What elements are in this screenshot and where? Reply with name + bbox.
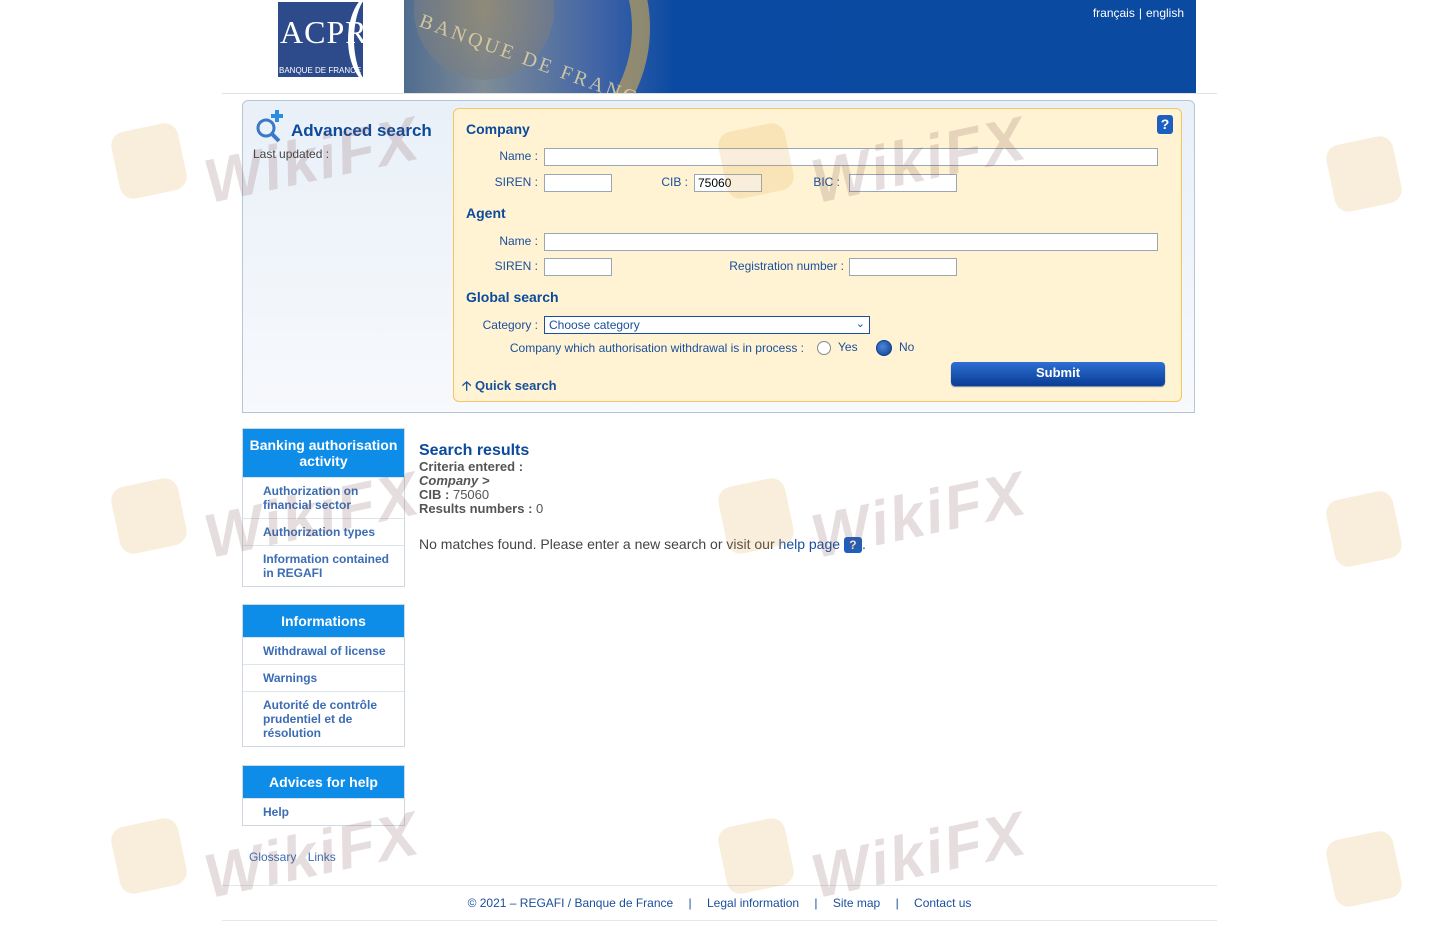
withdrawal-yes-label: Yes — [838, 340, 858, 354]
results-numbers-label: Results numbers : — [419, 501, 533, 516]
submit-button[interactable]: Submit — [951, 362, 1165, 386]
nav-item-authorization-types[interactable]: Authorization types — [243, 518, 404, 545]
agent-siren-label: SIREN : — [494, 259, 538, 273]
logo-subtext: BANQUE DE FRANCE — [279, 66, 362, 75]
legal-information-link[interactable]: Legal information — [707, 896, 799, 910]
header-banner: BANQUE DE FRANCE français | english — [404, 0, 1196, 93]
copyright-text: © 2021 – REGAFI / Banque de France — [467, 896, 674, 910]
bic-input[interactable] — [849, 174, 957, 192]
registration-number-label: Registration number : — [729, 259, 844, 273]
withdrawal-no-radio[interactable] — [876, 340, 892, 356]
wikifx-logo-icon — [108, 815, 190, 896]
cib-label: CIB : — [661, 175, 688, 189]
footer: © 2021 – REGAFI / Banque de France | Leg… — [222, 885, 1217, 921]
company-name-label: Name : — [499, 149, 538, 163]
results-title: Search results — [419, 442, 530, 459]
contact-us-link[interactable]: Contact us — [914, 896, 971, 910]
watermark — [1323, 828, 1405, 910]
nav-item-authorization-financial-sector[interactable]: Authorization on financial sector — [243, 477, 404, 518]
acpr-logo[interactable]: ACPR BANQUE DE FRANCE — [278, 2, 363, 77]
nav-banking-title: Banking authorisation activity — [243, 429, 404, 477]
wikifx-logo-icon — [108, 475, 190, 556]
help-page-link[interactable]: help page — [779, 536, 841, 552]
help-icon[interactable]: ? — [1157, 115, 1173, 134]
company-name-input[interactable] — [544, 148, 1158, 166]
header: ACPR BANQUE DE FRANCE BANQUE DE FRANCE f… — [222, 0, 1217, 94]
withdrawal-no-label: No — [899, 340, 915, 354]
watermark — [1323, 133, 1405, 215]
site-map-link[interactable]: Site map — [833, 896, 880, 910]
quick-search-link[interactable]: 🡡 Quick search — [462, 377, 557, 399]
nav-item-withdrawal-license[interactable]: Withdrawal of license — [243, 637, 404, 664]
help-icon[interactable]: ? — [843, 537, 862, 554]
global-search-title: Global search — [466, 289, 559, 305]
glossary-link[interactable]: Glossary — [249, 850, 296, 864]
agent-name-label: Name : — [499, 234, 538, 248]
search-form: ? Company Name : SIREN : CIB : BIC : Age… — [453, 108, 1182, 402]
nav-item-acpr[interactable]: Autorité de contrôle prudentiel et de ré… — [243, 691, 404, 746]
withdrawal-label: Company which authorisation withdrawal i… — [509, 341, 804, 355]
last-updated-label: Last updated : — [253, 147, 330, 161]
criteria-label: Criteria entered : — [419, 459, 524, 474]
criteria-company: Company > — [419, 473, 490, 488]
lang-english-link[interactable]: english — [1146, 6, 1184, 20]
company-section-title: Company — [466, 121, 530, 137]
cib-input[interactable] — [694, 174, 762, 192]
agent-name-input[interactable] — [544, 233, 1158, 251]
wikifx-logo-icon — [1323, 828, 1405, 910]
watermark — [1323, 488, 1405, 570]
wikifx-logo-icon — [108, 120, 190, 201]
nav-item-help[interactable]: Help — [243, 798, 404, 825]
criteria-cib-value: 75060 — [452, 487, 490, 502]
chevron-down-icon: ⌄ — [855, 318, 865, 330]
logo-text: ACPR — [280, 14, 363, 50]
category-select[interactable]: Choose category ⌄ — [544, 316, 870, 334]
company-siren-label: SIREN : — [494, 175, 538, 189]
withdrawal-yes-radio[interactable] — [817, 341, 831, 355]
advanced-search-title: Advanced search — [291, 121, 432, 140]
nav-banking-block: Banking authorisation activity Authoriza… — [242, 428, 405, 587]
wikifx-logo-icon — [1323, 488, 1405, 570]
bic-label: BIC : — [813, 175, 840, 189]
nav-item-warnings[interactable]: Warnings — [243, 664, 404, 691]
nav-item-information-regafi[interactable]: Information contained in REGAFI — [243, 545, 404, 586]
language-switcher: français | english — [1092, 6, 1184, 20]
nav-help-block: Advices for help Help — [242, 765, 405, 826]
page-wrapper: ACPR BANQUE DE FRANCE BANQUE DE FRANCE f… — [222, 0, 1217, 937]
company-siren-input[interactable] — [544, 174, 612, 192]
advanced-search-panel: Advanced search Last updated : ? Company… — [242, 100, 1195, 413]
magnifier-plus-icon — [256, 110, 283, 143]
registration-number-input[interactable] — [849, 258, 957, 276]
arrow-up-icon: 🡡 — [462, 378, 472, 393]
category-label: Category : — [482, 318, 538, 332]
nav-help-title: Advices for help — [243, 766, 404, 798]
category-selected-value: Choose category — [549, 318, 640, 332]
nav-informations-title: Informations — [243, 605, 404, 637]
agent-siren-input[interactable] — [544, 258, 612, 276]
wikifx-logo-icon — [1323, 133, 1405, 215]
results-numbers-value: 0 — [536, 501, 544, 516]
no-matches-message: No matches found. Please enter a new sea… — [419, 536, 866, 554]
criteria-cib-label: CIB : — [419, 487, 450, 502]
links-link[interactable]: Links — [308, 850, 336, 864]
bottom-links: Glossary Links — [249, 850, 344, 864]
search-results: Search results Criteria entered : Compan… — [419, 442, 543, 516]
agent-section-title: Agent — [466, 205, 506, 221]
nav-informations-block: Informations Withdrawal of license Warni… — [242, 604, 405, 747]
lang-francais-link[interactable]: français — [1093, 6, 1135, 20]
